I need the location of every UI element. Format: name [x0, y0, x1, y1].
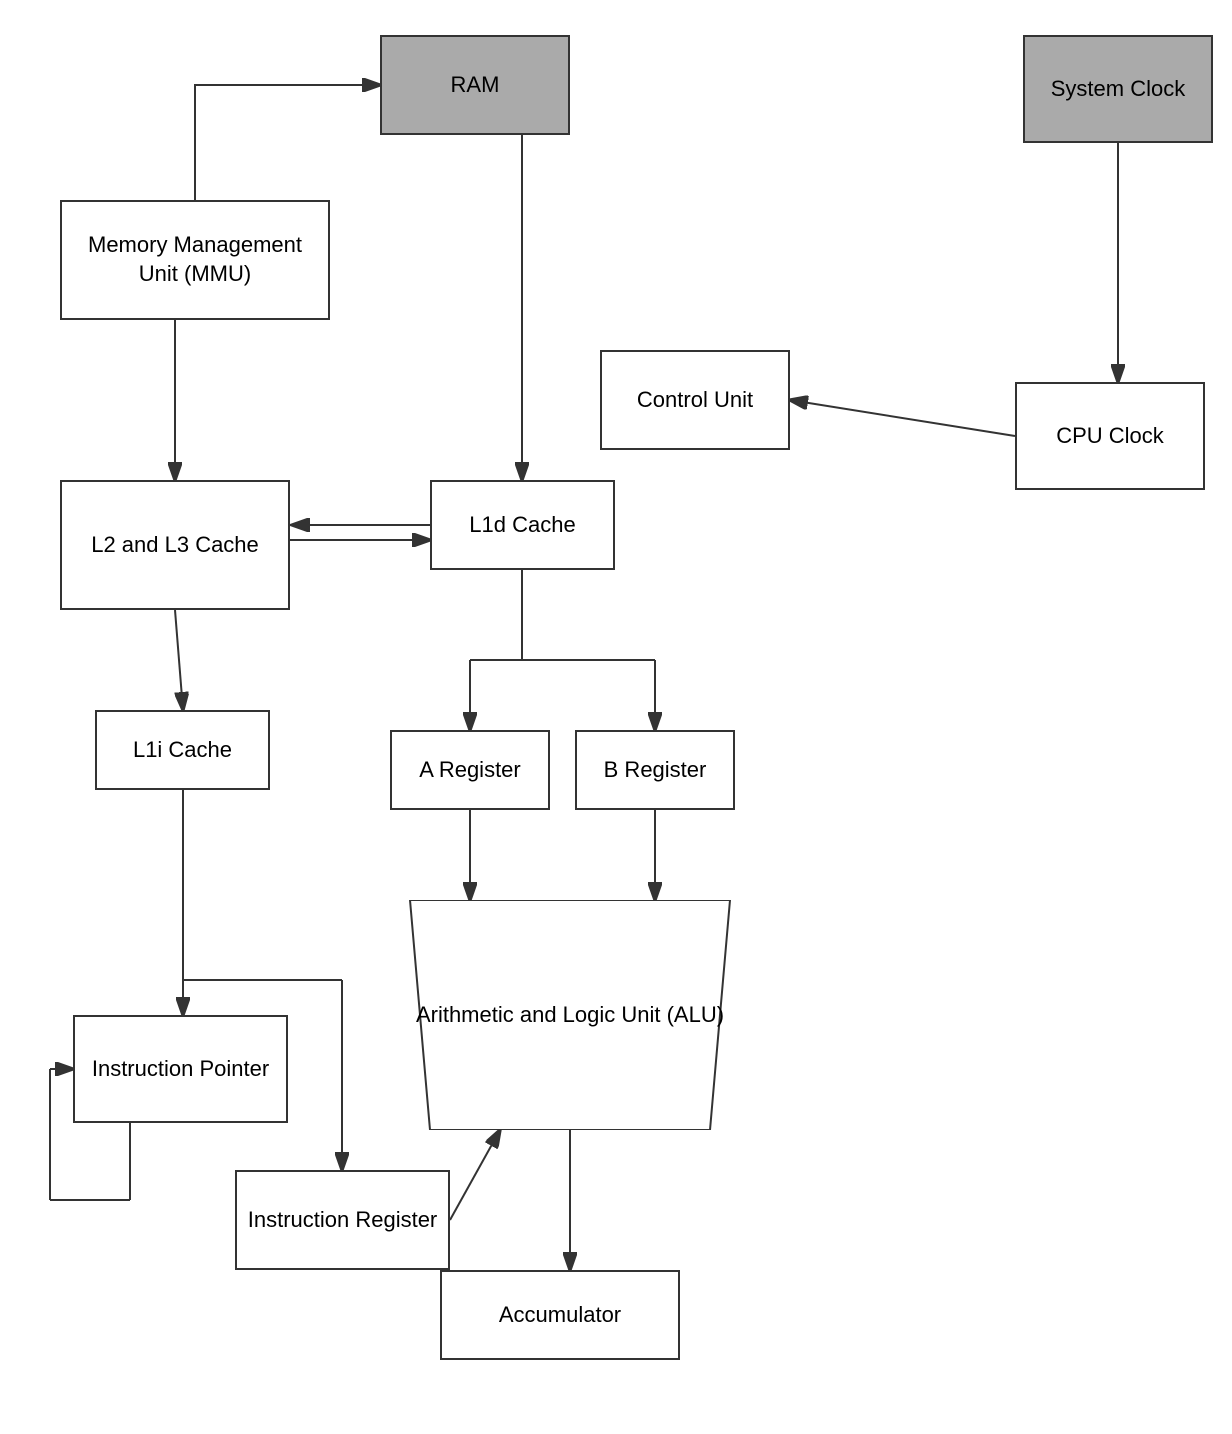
- control-unit-box: Control Unit: [600, 350, 790, 450]
- alu-label: Arithmetic and Logic Unit (ALU): [386, 1002, 754, 1028]
- accumulator-label: Accumulator: [499, 1301, 621, 1330]
- a-register-box: A Register: [390, 730, 550, 810]
- instruction-pointer-label: Instruction Pointer: [92, 1055, 269, 1084]
- l1d-cache-box: L1d Cache: [430, 480, 615, 570]
- instruction-register-label: Instruction Register: [248, 1206, 438, 1235]
- b-register-label: B Register: [604, 756, 707, 785]
- system-clock-label: System Clock: [1051, 75, 1185, 104]
- l1i-cache-label: L1i Cache: [133, 736, 232, 765]
- a-register-label: A Register: [419, 756, 521, 785]
- b-register-box: B Register: [575, 730, 735, 810]
- mmu-box: Memory Management Unit (MMU): [60, 200, 330, 320]
- instruction-pointer-box: Instruction Pointer: [73, 1015, 288, 1123]
- cpu-diagram: RAM System Clock Memory Management Unit …: [0, 0, 1232, 1434]
- cpu-clock-label: CPU Clock: [1056, 422, 1164, 451]
- cpu-clock-box: CPU Clock: [1015, 382, 1205, 490]
- mmu-label: Memory Management Unit (MMU): [68, 231, 322, 288]
- l1d-cache-label: L1d Cache: [469, 511, 575, 540]
- accumulator-box: Accumulator: [440, 1270, 680, 1360]
- control-unit-label: Control Unit: [637, 386, 753, 415]
- l2l3-cache-box: L2 and L3 Cache: [60, 480, 290, 610]
- ram-label: RAM: [451, 71, 500, 100]
- alu-box: Arithmetic and Logic Unit (ALU): [380, 900, 760, 1130]
- system-clock-box: System Clock: [1023, 35, 1213, 143]
- l2l3-cache-label: L2 and L3 Cache: [91, 531, 259, 560]
- l1i-cache-box: L1i Cache: [95, 710, 270, 790]
- instruction-register-box: Instruction Register: [235, 1170, 450, 1270]
- ram-box: RAM: [380, 35, 570, 135]
